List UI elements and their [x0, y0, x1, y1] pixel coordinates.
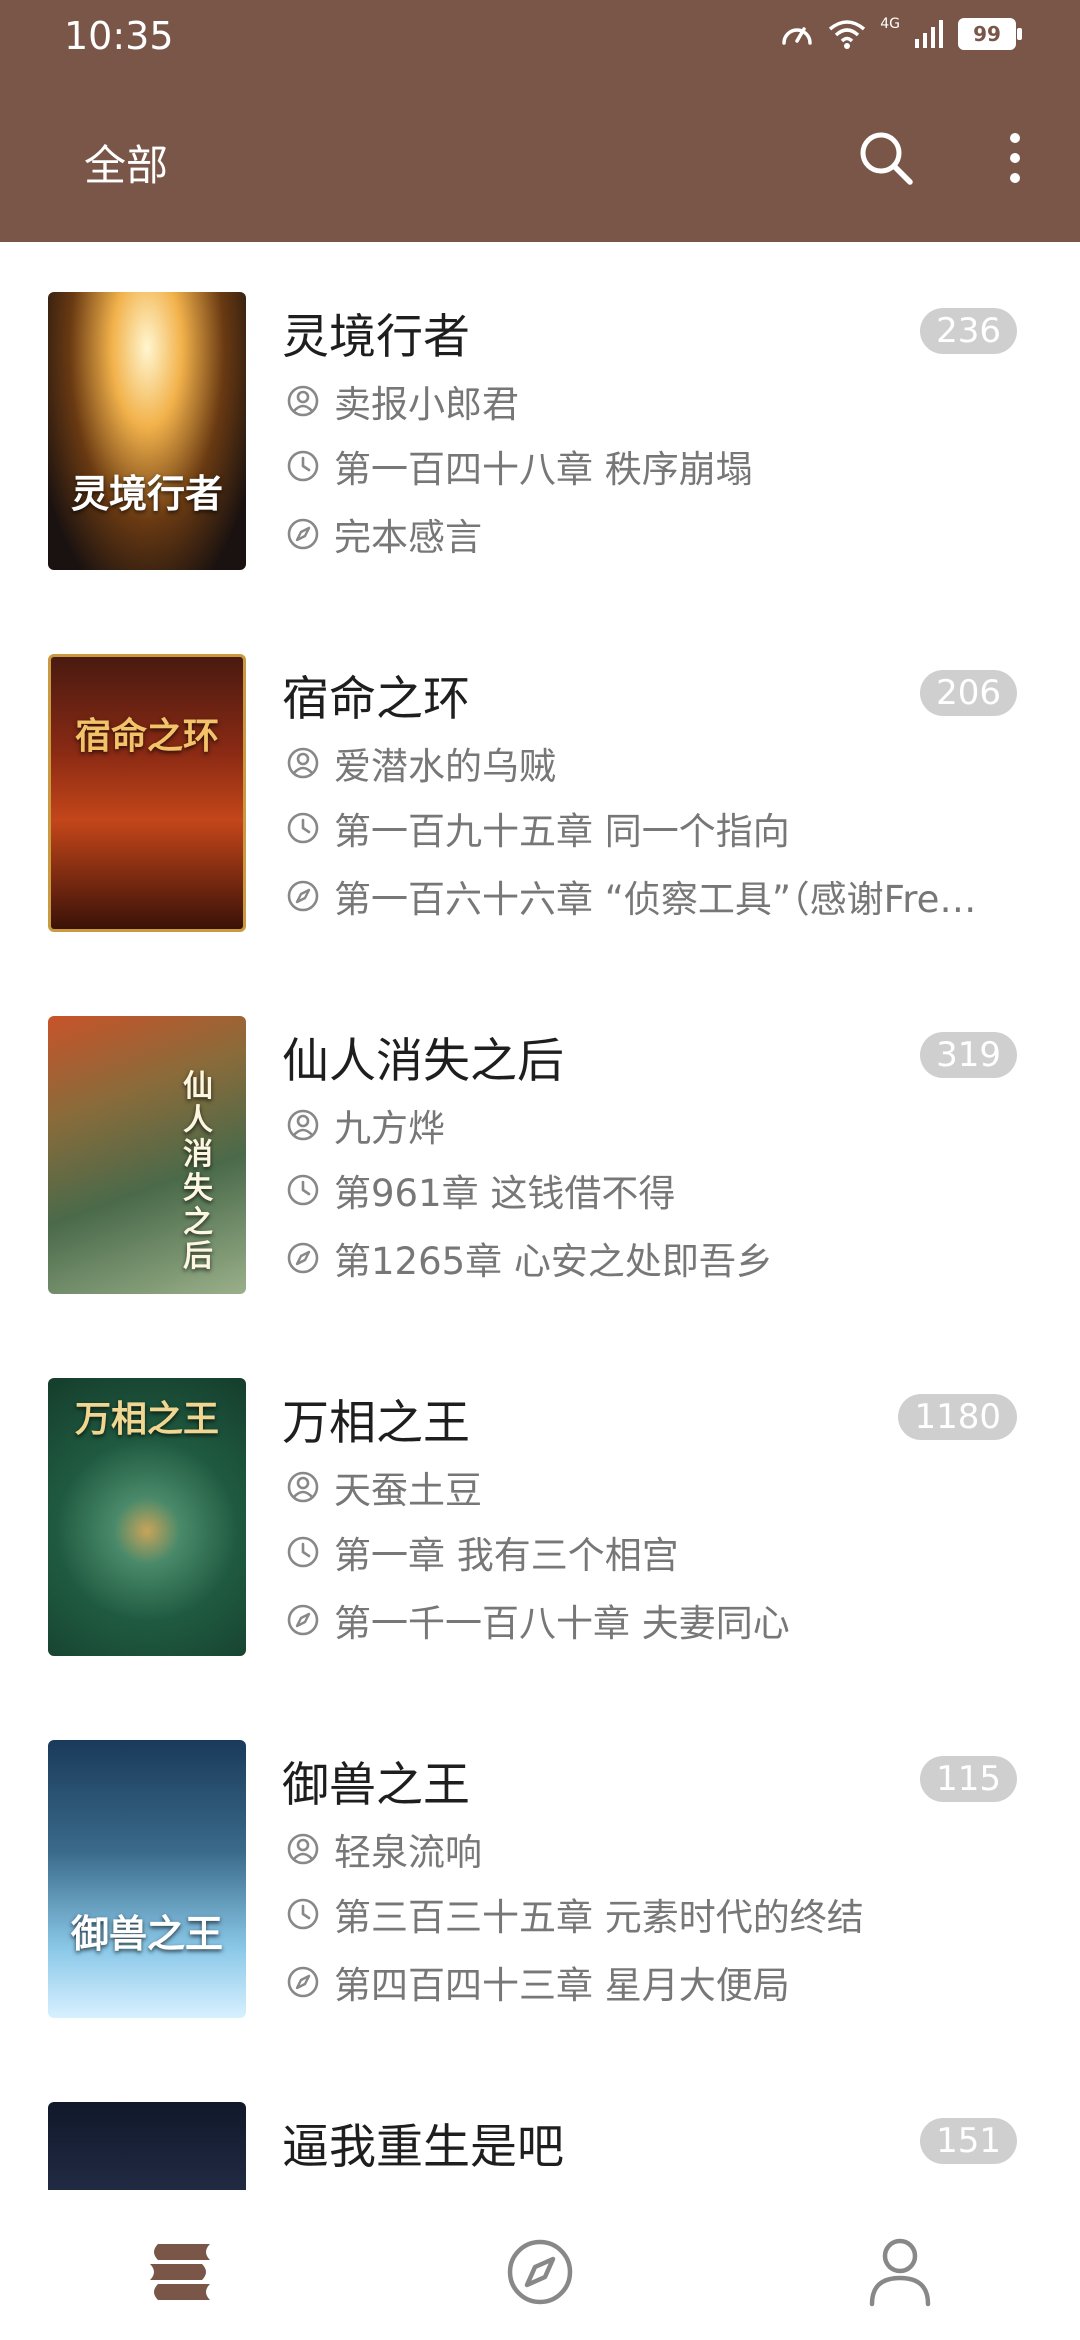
author-name: 轻泉流响 — [334, 1831, 482, 1874]
battery-icon: 99 — [958, 18, 1022, 50]
compass-icon — [287, 1966, 319, 1998]
compass-icon — [507, 2239, 573, 2305]
clock-icon — [287, 450, 319, 482]
latest-chapter-row: 第三百三十五章 元素时代的终结 — [286, 1887, 1026, 1941]
author-name: 九方烨 — [334, 1107, 445, 1150]
cover-title: 御兽之王 — [70, 1911, 223, 1956]
unread-count-badge: 206 — [920, 670, 1017, 716]
latest-chapter-row: 第一百四十八章 秩序崩塌 — [286, 439, 1026, 493]
compass-icon — [287, 1242, 319, 1274]
more-options-button[interactable] — [1000, 128, 1030, 188]
status-time: 10:35 — [64, 14, 174, 58]
book-cover: 宿命之环 — [48, 654, 246, 932]
book-item[interactable]: 宿命之环 宿命之环 206 爱潜水的乌贼 第一百九十五章 同一个指向 第一百六十… — [0, 604, 1080, 966]
unread-count-badge: 319 — [920, 1032, 1017, 1078]
author-row: 九方烨 — [286, 1098, 1026, 1152]
author-row: 天蚕土豆 — [286, 1460, 1026, 1514]
book-cover: 御兽之王 — [48, 1740, 246, 2018]
book-cover — [48, 2102, 246, 2190]
more-vertical-icon — [1010, 133, 1020, 183]
last-read-row: 第一千一百八十章 夫妻同心 — [286, 1593, 1026, 1647]
book-title: 宿命之环 — [282, 672, 470, 727]
speed-indicator-icon — [782, 27, 812, 45]
person-circle-icon — [287, 1109, 319, 1141]
bottom-navigation — [0, 2190, 1080, 2340]
clock-icon — [287, 1536, 319, 1568]
latest-chapter: 第一百四十八章 秩序崩塌 — [334, 448, 753, 491]
nav-bookshelf-button[interactable] — [140, 2232, 220, 2312]
book-cover: 灵境行者 — [48, 292, 246, 570]
cover-title: 万相之王 — [74, 1398, 219, 1440]
latest-chapter-row: 第一章 我有三个相宫 — [286, 1525, 1026, 1579]
clock-icon — [287, 1898, 319, 1930]
compass-icon — [287, 880, 319, 912]
unread-count-badge: 1180 — [898, 1394, 1017, 1440]
last-read-row: 第一百六十六章 “侦察工具”（感谢Fre… — [286, 869, 1026, 923]
person-icon — [869, 2238, 931, 2307]
book-title: 逼我重生是吧 — [282, 2120, 564, 2175]
compass-icon — [287, 518, 319, 550]
book-item[interactable]: 仙人消失之后 仙人消失之后 319 九方烨 第961章 这钱借不得 第1265章… — [0, 966, 1080, 1328]
author-name: 卖报小郎君 — [334, 383, 519, 426]
wifi-icon — [829, 20, 866, 49]
book-item[interactable]: 灵境行者 灵境行者 236 卖报小郎君 第一百四十八章 秩序崩塌 完本感言 — [0, 242, 1080, 604]
book-title: 万相之王 — [282, 1396, 470, 1451]
latest-chapter: 第961章 这钱借不得 — [334, 1172, 676, 1215]
search-icon — [860, 132, 913, 185]
author-row: 爱潜水的乌贼 — [286, 736, 1026, 790]
book-cover: 仙人消失之后 — [48, 1016, 246, 1294]
unread-count-badge: 115 — [920, 1756, 1017, 1802]
latest-chapter: 第一百九十五章 同一个指向 — [334, 810, 790, 853]
person-circle-icon — [287, 385, 319, 417]
page-title[interactable]: 全部 — [84, 132, 168, 193]
last-read-chapter: 第一千一百八十章 夫妻同心 — [334, 1602, 790, 1645]
top-app-bar: 10:35 4G 99 全部 — [0, 0, 1080, 242]
compass-icon — [287, 1604, 319, 1636]
book-title: 灵境行者 — [282, 310, 470, 365]
person-circle-icon — [287, 1833, 319, 1865]
bookshelf-icon — [150, 2244, 210, 2300]
search-button[interactable] — [856, 128, 916, 188]
book-item[interactable]: 万相之王 万相之王 1180 天蚕土豆 第一章 我有三个相宫 第一千一百八十章 … — [0, 1328, 1080, 1690]
book-item[interactable]: 御兽之王 御兽之王 115 轻泉流响 第三百三十五章 元素时代的终结 第四百四十… — [0, 1690, 1080, 2052]
last-read-row: 完本感言 — [286, 507, 1026, 561]
unread-count-badge: 236 — [920, 308, 1017, 354]
book-cover: 万相之王 — [48, 1378, 246, 1656]
clock-icon — [287, 1174, 319, 1206]
last-read-chapter: 第一百六十六章 “侦察工具”（感谢Fre… — [334, 878, 977, 921]
network-type-label: 4G — [880, 16, 900, 32]
author-name: 天蚕土豆 — [334, 1469, 482, 1512]
book-title: 仙人消失之后 — [282, 1034, 564, 1089]
last-read-row: 第四百四十三章 星月大便局 — [286, 1955, 1026, 2009]
nav-explore-button[interactable] — [500, 2232, 580, 2312]
cover-title: 仙人消失之后 — [183, 1069, 213, 1274]
last-read-chapter: 第1265章 心安之处即吾乡 — [334, 1240, 773, 1283]
signal-icon — [915, 20, 943, 48]
unread-count-badge: 151 — [920, 2118, 1017, 2164]
cover-title: 宿命之环 — [74, 715, 219, 757]
latest-chapter: 第一章 我有三个相宫 — [334, 1534, 679, 1577]
bookshelf-list[interactable]: 灵境行者 灵境行者 236 卖报小郎君 第一百四十八章 秩序崩塌 完本感言 宿命… — [0, 242, 1080, 2190]
latest-chapter-row: 第961章 这钱借不得 — [286, 1163, 1026, 1217]
person-circle-icon — [287, 1471, 319, 1503]
book-item[interactable]: 逼我重生是吧 151 — [0, 2052, 1080, 2190]
author-name: 爱潜水的乌贼 — [334, 745, 556, 788]
cover-title: 灵境行者 — [70, 471, 223, 516]
status-icons: 4G 99 — [780, 16, 1022, 50]
author-row: 卖报小郎君 — [286, 374, 1026, 428]
author-row: 轻泉流响 — [286, 1822, 1026, 1876]
latest-chapter-row: 第一百九十五章 同一个指向 — [286, 801, 1026, 855]
clock-icon — [287, 812, 319, 844]
nav-profile-button[interactable] — [860, 2232, 940, 2312]
book-title: 御兽之王 — [282, 1758, 470, 1813]
last-read-chapter: 第四百四十三章 星月大便局 — [334, 1964, 790, 2007]
person-circle-icon — [287, 747, 319, 779]
latest-chapter: 第三百三十五章 元素时代的终结 — [334, 1896, 864, 1939]
last-read-chapter: 完本感言 — [334, 516, 482, 559]
last-read-row: 第1265章 心安之处即吾乡 — [286, 1231, 1026, 1285]
